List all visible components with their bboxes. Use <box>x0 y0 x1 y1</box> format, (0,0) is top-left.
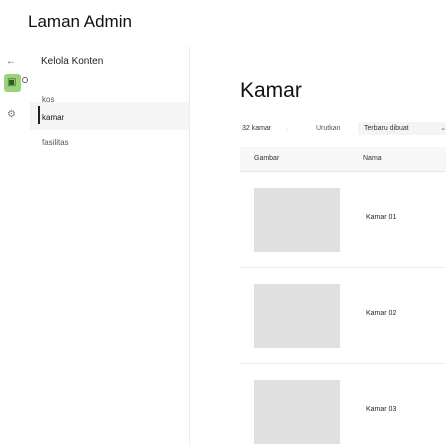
room-thumbnail <box>254 284 340 348</box>
column-header-name[interactable]: Nama <box>363 155 382 162</box>
document-icon: ▣ <box>7 77 17 88</box>
item-count: 32 kamar <box>242 125 272 132</box>
room-thumbnail <box>254 380 340 444</box>
room-name: Kamar 03 <box>366 406 397 413</box>
list-toolbar: 32 kamar . Urutkan Terbaru dibuat ⌄ <box>242 122 446 136</box>
room-name: Kamar 01 <box>366 214 397 221</box>
table-row[interactable]: Kamar 01 <box>240 172 446 268</box>
chevron-down-icon: ⌄ <box>440 125 446 132</box>
sidebar-header-label: Kelola Konten <box>41 56 104 67</box>
table-header: Gambar Nama <box>240 147 446 172</box>
rail-content-button[interactable]: ▣ <box>4 74 21 92</box>
back-arrow-icon[interactable]: ← <box>5 56 17 68</box>
separator: . <box>286 125 288 132</box>
room-name: Kamar 02 <box>366 310 397 317</box>
active-indicator <box>38 106 40 124</box>
sidebar-header: ← Kelola Konten <box>0 52 190 74</box>
room-thumbnail <box>254 188 340 252</box>
sort-dropdown[interactable]: Terbaru dibuat ⌄ <box>358 122 446 135</box>
table-row[interactable]: Kamar 02 <box>240 268 446 364</box>
page-title: Kamar <box>240 79 302 102</box>
app-title: Laman Admin <box>28 12 132 31</box>
table-row[interactable]: Kamar 03 <box>240 364 446 446</box>
sidebar-item-label: kamar <box>42 113 65 122</box>
sidebar-item-fasilitas[interactable]: fasilitas <box>42 138 69 147</box>
settings-icon[interactable]: ⚙ <box>7 110 17 120</box>
column-header-image[interactable]: Gambar <box>254 155 279 162</box>
sort-value: Terbaru dibuat <box>364 125 409 132</box>
sidebar-divider <box>189 46 190 446</box>
status-dot-icon <box>22 77 28 83</box>
sort-label: Urutkan <box>316 125 341 132</box>
icon-rail: ▣ ⚙ <box>0 74 24 446</box>
